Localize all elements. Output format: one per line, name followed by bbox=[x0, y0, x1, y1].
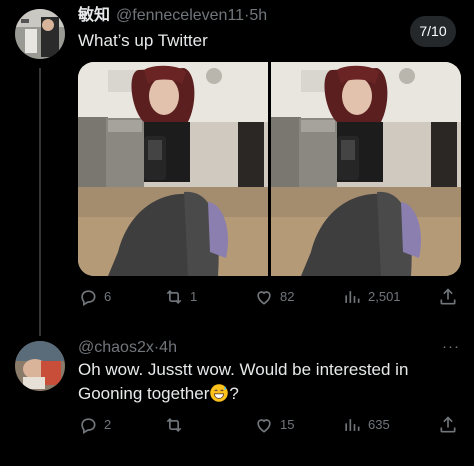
reply-button[interactable]: 6 bbox=[78, 286, 111, 308]
reply-button[interactable]: 2 bbox=[78, 414, 111, 436]
handle[interactable]: @chaos2x bbox=[78, 339, 154, 356]
tweet-text-fragment: Gooning together bbox=[78, 384, 210, 403]
views-button[interactable]: 635 bbox=[342, 414, 390, 436]
more-icon: ··· bbox=[442, 338, 460, 355]
more-button[interactable]: ··· bbox=[442, 339, 460, 354]
photo[interactable] bbox=[78, 62, 268, 276]
tweet-text: Oh wow. Jusstt wow. Would be interested … bbox=[78, 359, 408, 405]
views-count: 635 bbox=[368, 417, 390, 432]
tweet-header: @chaos2x·4h bbox=[78, 338, 177, 358]
tweet-actions: 2 15 635 bbox=[78, 414, 458, 436]
like-count: 15 bbox=[280, 417, 295, 432]
like-button[interactable]: 15 bbox=[254, 414, 294, 436]
photo[interactable] bbox=[271, 62, 461, 276]
like-button[interactable]: 82 bbox=[254, 286, 294, 308]
share-icon bbox=[440, 288, 456, 305]
share-icon bbox=[440, 416, 456, 433]
tweet-text-fragment: ? bbox=[229, 384, 239, 403]
grinning-sweat-emoji bbox=[210, 384, 229, 402]
handle[interactable]: @fenneceleven11 bbox=[116, 7, 244, 24]
like-icon bbox=[257, 419, 271, 433]
retweet-button[interactable] bbox=[164, 414, 190, 436]
retweet-button[interactable]: 1 bbox=[164, 286, 197, 308]
reply-icon bbox=[81, 418, 96, 434]
timestamp[interactable]: 4h bbox=[159, 339, 177, 356]
media-gallery[interactable] bbox=[78, 62, 461, 276]
tweet-header: 敏知 @fenneceleven11·5h bbox=[78, 6, 267, 26]
retweet-icon bbox=[166, 417, 182, 433]
timeline: 敏知@fenneceleven11·5h What’s up Twitter bbox=[0, 0, 474, 466]
reply-count: 6 bbox=[104, 289, 112, 304]
retweet-count: 1 bbox=[190, 289, 198, 304]
thread-line bbox=[39, 68, 41, 336]
views-count: 2,501 bbox=[368, 289, 401, 304]
reply-icon bbox=[81, 290, 96, 306]
tweet-text: What’s up Twitter bbox=[78, 31, 208, 50]
tweet-text-line: Gooning together? bbox=[78, 383, 408, 405]
retweet-icon bbox=[166, 289, 182, 305]
tweet-text-line: Oh wow. Jusstt wow. Would be interested … bbox=[78, 360, 409, 379]
like-count: 82 bbox=[280, 289, 295, 304]
avatar[interactable] bbox=[15, 9, 65, 59]
reply-count: 2 bbox=[104, 417, 112, 432]
like-icon bbox=[257, 291, 271, 305]
tweet-actions: 6 1 82 2,501 bbox=[78, 286, 458, 308]
views-icon bbox=[345, 291, 360, 303]
share-button[interactable] bbox=[438, 286, 464, 308]
views-icon bbox=[345, 419, 360, 431]
views-button[interactable]: 2,501 bbox=[342, 286, 401, 308]
display-name[interactable]: 敏知 bbox=[78, 7, 110, 24]
share-button[interactable] bbox=[438, 414, 464, 436]
avatar[interactable] bbox=[15, 341, 65, 391]
media-counter: 7/10 bbox=[410, 16, 456, 47]
timestamp[interactable]: 5h bbox=[249, 7, 267, 24]
